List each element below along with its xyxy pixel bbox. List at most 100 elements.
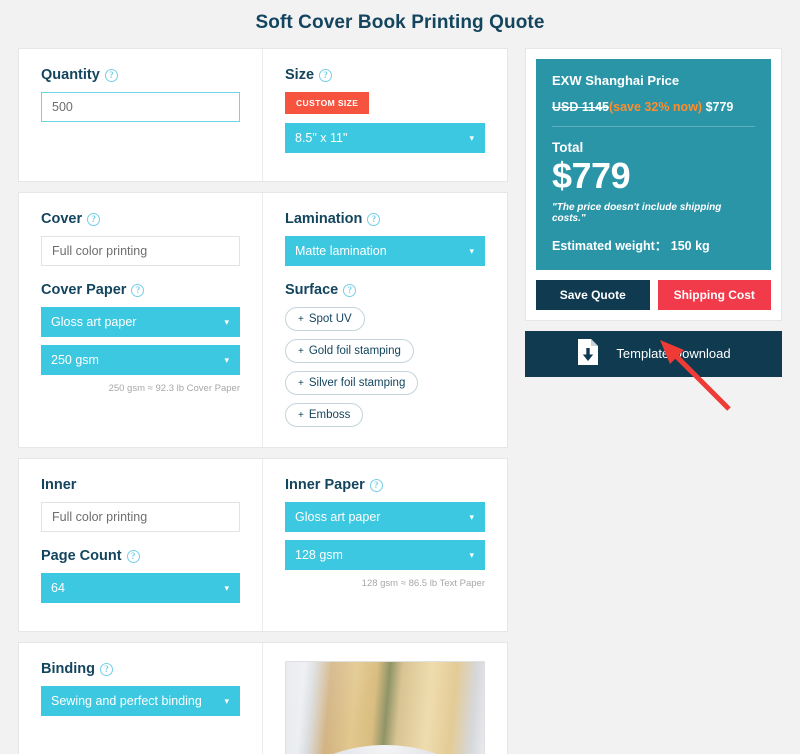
page-count-dropdown[interactable]: 64 ▾ (41, 573, 240, 603)
card-inner: Inner Page Count ? 64 ▾ Inner Paper ? (18, 458, 508, 632)
quantity-input[interactable] (41, 92, 240, 122)
lamination-label-text: Lamination (285, 211, 363, 227)
card-cover-lamination: Cover ? Cover Paper ? Gloss art paper ▾ … (18, 192, 508, 448)
quote-column: EXW Shanghai Price USD 1145(save 32% now… (525, 48, 782, 377)
estimated-weight: Estimated weight： 150 kg (552, 235, 755, 254)
price-panel: EXW Shanghai Price USD 1145(save 32% now… (536, 59, 771, 270)
inner-paper-section: Inner Paper ? Gloss art paper ▾ 128 gsm … (263, 459, 507, 631)
chevron-down-icon: ▾ (224, 695, 229, 706)
help-icon[interactable]: ? (99, 662, 113, 676)
cover-paper-type-value: Gloss art paper (51, 315, 137, 329)
price-divider (552, 126, 755, 127)
inner-input[interactable] (41, 502, 240, 532)
save-quote-button[interactable]: Save Quote (536, 279, 650, 310)
template-download-label: Template Download (616, 346, 731, 362)
chevron-down-icon: ▾ (224, 354, 229, 365)
help-icon[interactable]: ? (343, 283, 357, 297)
estimated-weight-value: 150 kg (670, 238, 710, 253)
plus-icon: + (298, 345, 304, 357)
size-dropdown-value: 8.5" x 11" (295, 131, 348, 145)
binding-dropdown[interactable]: Sewing and perfect binding ▾ (41, 686, 240, 716)
exw-price-label: EXW Shanghai Price (552, 73, 680, 88)
chevron-down-icon: ▾ (224, 316, 229, 327)
lamination-label: Lamination ? (285, 211, 485, 227)
size-dropdown[interactable]: 8.5" x 11" ▾ (285, 123, 485, 153)
chevron-down-icon: ▾ (469, 245, 474, 256)
chevron-down-icon: ▾ (469, 549, 474, 560)
surface-option-label: Spot UV (308, 313, 352, 325)
surface-option-gold-foil-stamping[interactable]: + Gold foil stamping (285, 339, 414, 363)
form-column: Quantity ? Size ? CUSTOM SIZE 8.5" x 11"… (18, 48, 508, 754)
help-icon[interactable]: ? (367, 212, 381, 226)
total-amount: $779 (552, 155, 631, 196)
cover-input[interactable] (41, 236, 240, 266)
inner-paper-label-text: Inner Paper (285, 477, 365, 493)
page-count-value: 64 (51, 581, 65, 595)
document-download-icon (576, 338, 600, 369)
quote-card: EXW Shanghai Price USD 1145(save 32% now… (525, 48, 782, 321)
help-icon[interactable]: ? (131, 283, 145, 297)
chevron-down-icon: ▾ (469, 132, 474, 143)
size-label-text: Size (285, 67, 315, 83)
quantity-label: Quantity ? (41, 67, 240, 83)
main-layout: Quantity ? Size ? CUSTOM SIZE 8.5" x 11"… (0, 48, 800, 754)
surface-option-spot-uv[interactable]: + Spot UV (285, 307, 365, 331)
old-price: USD 1145 (552, 100, 609, 114)
surface-options: + Spot UV + Gold foil stamping + Silver … (285, 307, 485, 427)
book-preview-image (285, 661, 485, 754)
estimated-weight-label: Estimated weight： (552, 238, 668, 253)
inner-label: Inner (41, 477, 240, 493)
help-icon[interactable]: ? (369, 478, 383, 492)
inner-paper-note: 128 gsm ≈ 86.5 lb Text Paper (361, 578, 485, 589)
binding-section: Binding ? Sewing and perfect binding ▾ (19, 643, 263, 754)
help-icon[interactable]: ? (126, 549, 140, 563)
chevron-down-icon: ▾ (469, 511, 474, 522)
cover-paper-weight-dropdown[interactable]: 250 gsm ▾ (41, 345, 240, 375)
total-label: Total (552, 140, 584, 155)
quantity-section: Quantity ? (19, 49, 263, 181)
cover-label-text: Cover (41, 211, 83, 227)
card-quantity-size: Quantity ? Size ? CUSTOM SIZE 8.5" x 11"… (18, 48, 508, 182)
shipping-cost-button[interactable]: Shipping Cost (657, 279, 771, 310)
template-download-button[interactable]: Template Download (525, 330, 782, 377)
plus-icon: + (298, 409, 304, 421)
save-badge: (save 32% now) (608, 100, 703, 114)
lamination-section: Lamination ? Matte lamination ▾ Surface … (263, 193, 507, 447)
cover-section: Cover ? Cover Paper ? Gloss art paper ▾ … (19, 193, 263, 447)
cover-paper-label-text: Cover Paper (41, 282, 127, 298)
binding-label-text: Binding (41, 661, 95, 677)
help-icon[interactable]: ? (319, 68, 333, 82)
help-icon[interactable]: ? (104, 68, 118, 82)
help-icon[interactable]: ? (87, 212, 101, 226)
chevron-down-icon: ▾ (224, 582, 229, 593)
surface-label-text: Surface (285, 282, 339, 298)
surface-label: Surface ? (285, 282, 485, 298)
size-section: Size ? CUSTOM SIZE 8.5" x 11" ▾ (263, 49, 507, 181)
new-price: $779 (705, 100, 734, 114)
plus-icon: + (298, 377, 304, 389)
surface-option-label: Silver foil stamping (308, 377, 406, 389)
surface-option-silver-foil-stamping[interactable]: + Silver foil stamping (285, 371, 419, 395)
cover-paper-label: Cover Paper ? (41, 282, 240, 298)
card-binding: Binding ? Sewing and perfect binding ▾ (18, 642, 508, 754)
price-comparison-line: USD 1145(save 32% now) $779 (552, 100, 755, 114)
quantity-label-text: Quantity (41, 67, 100, 83)
binding-preview-section (263, 643, 507, 754)
inner-section: Inner Page Count ? 64 ▾ (19, 459, 263, 631)
plus-icon: + (298, 313, 304, 325)
inner-paper-weight-value: 128 gsm (295, 548, 343, 562)
lamination-dropdown[interactable]: Matte lamination ▾ (285, 236, 485, 266)
binding-value: Sewing and perfect binding (51, 694, 202, 708)
surface-option-label: Emboss (308, 409, 351, 421)
inner-paper-type-dropdown[interactable]: Gloss art paper ▾ (285, 502, 485, 532)
inner-label-text: Inner (41, 477, 77, 493)
inner-paper-label: Inner Paper ? (285, 477, 485, 493)
custom-size-button[interactable]: CUSTOM SIZE (285, 92, 370, 114)
page-count-label-text: Page Count (41, 548, 122, 564)
quote-actions: Save Quote Shipping Cost (536, 279, 771, 310)
cover-paper-type-dropdown[interactable]: Gloss art paper ▾ (41, 307, 240, 337)
surface-option-emboss[interactable]: + Emboss (285, 403, 364, 427)
inner-paper-weight-dropdown[interactable]: 128 gsm ▾ (285, 540, 485, 570)
inner-paper-type-value: Gloss art paper (295, 510, 381, 524)
size-label: Size ? (285, 67, 485, 83)
